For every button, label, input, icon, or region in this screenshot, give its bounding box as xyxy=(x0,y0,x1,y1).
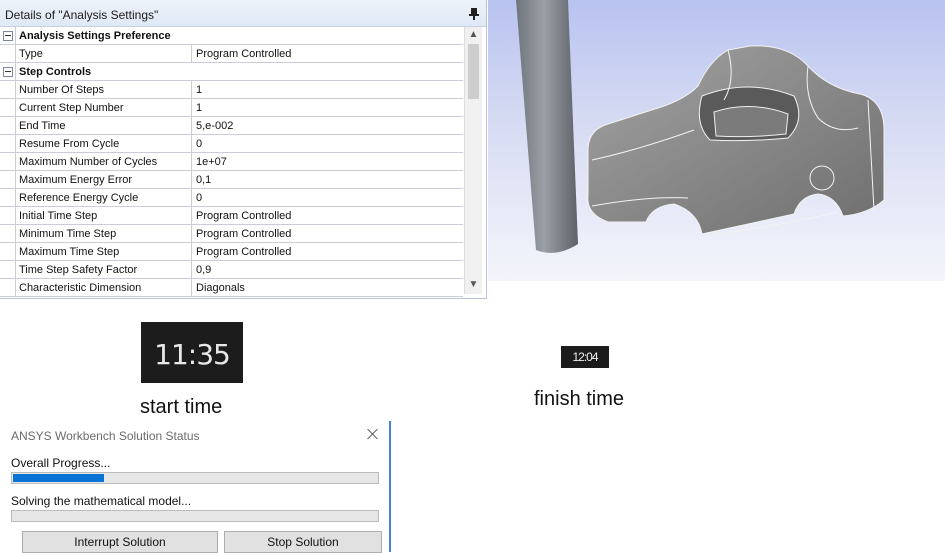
property-name: Current Step Number xyxy=(19,102,124,114)
property-name: Time Step Safety Factor xyxy=(19,264,138,276)
stop-solution-button[interactable]: Stop Solution xyxy=(224,531,382,553)
graphics-viewport[interactable] xyxy=(488,0,945,281)
solve-progress-label: Solving the mathematical model... xyxy=(11,494,192,508)
property-value: 0 xyxy=(196,192,203,204)
property-row-type[interactable]: Type Program Controlled xyxy=(0,45,463,63)
property-value-cell[interactable]: 1e+07 xyxy=(191,153,463,170)
start-time-value: 11:35 xyxy=(154,338,231,371)
finish-time-caption: finish time xyxy=(534,388,625,410)
property-value: Program Controlled xyxy=(196,228,292,240)
property-row-time-step-safety-factor[interactable]: Time Step Safety Factor 0,9 xyxy=(0,261,463,279)
dialog-title: ANSYS Workbench Solution Status xyxy=(11,429,200,443)
property-value: Diagonals xyxy=(196,282,245,294)
property-name: Maximum Number of Cycles xyxy=(19,156,158,168)
property-value: 1e+07 xyxy=(196,156,227,168)
overall-progress-bar xyxy=(11,472,379,484)
property-name: Type xyxy=(19,48,43,60)
property-row-maximum-time-step[interactable]: Maximum Time Step Program Controlled xyxy=(0,243,463,261)
scrollbar-thumb[interactable] xyxy=(468,44,479,99)
details-panel: Details of "Analysis Settings" Analysis … xyxy=(0,0,487,299)
group-analysis-settings-preference[interactable]: Analysis Settings Preference xyxy=(0,27,463,45)
details-panel-title: Details of "Analysis Settings" xyxy=(5,8,159,22)
property-row-reference-energy-cycle[interactable]: Reference Energy Cycle 0 xyxy=(0,189,463,207)
start-time-caption: start time xyxy=(140,396,223,418)
chevron-up-icon[interactable]: ▲ xyxy=(465,27,482,43)
collapse-toggle-icon[interactable] xyxy=(3,67,13,77)
property-row-maximum-energy-error[interactable]: Maximum Energy Error 0,1 xyxy=(0,171,463,189)
overall-progress-label: Overall Progress... xyxy=(11,456,111,470)
property-value-cell[interactable]: Program Controlled xyxy=(191,207,463,224)
collapse-toggle-icon[interactable] xyxy=(3,31,13,41)
property-name: Resume From Cycle xyxy=(19,138,120,150)
pin-icon[interactable] xyxy=(469,8,479,20)
solve-progress-bar xyxy=(11,510,379,522)
property-name: Maximum Energy Error xyxy=(19,174,133,186)
property-name: Reference Energy Cycle xyxy=(19,192,139,204)
group-label: Analysis Settings Preference xyxy=(19,30,171,42)
property-value: 0,9 xyxy=(196,264,212,276)
property-value-cell[interactable]: 0,1 xyxy=(191,171,463,188)
solution-status-dialog: ANSYS Workbench Solution Status Overall … xyxy=(0,421,391,553)
property-value-cell[interactable]: 1 xyxy=(191,81,463,98)
property-value: Program Controlled xyxy=(196,246,292,258)
property-value: 1 xyxy=(196,102,203,114)
property-name: Minimum Time Step xyxy=(19,228,117,240)
model-render xyxy=(516,0,885,253)
property-row-end-time[interactable]: End Time 5,e-002 xyxy=(0,117,463,135)
start-clock: 11:35 xyxy=(141,322,243,383)
property-value-cell[interactable]: 0,9 xyxy=(191,261,463,278)
finish-time-value: 12:04 xyxy=(572,350,598,364)
property-value-cell[interactable]: Program Controlled xyxy=(191,45,463,62)
property-value: 5,e-002 xyxy=(196,120,234,132)
impactor-cylinder xyxy=(516,0,578,253)
property-value-cell[interactable]: 0 xyxy=(191,189,463,206)
property-value-cell[interactable]: Program Controlled xyxy=(191,243,463,260)
details-scrollbar[interactable]: ▲ ▼ xyxy=(464,27,482,294)
car-part xyxy=(587,45,885,235)
property-value: Program Controlled xyxy=(196,210,292,222)
property-value-cell[interactable]: 5,e-002 xyxy=(191,117,463,134)
property-name: Initial Time Step xyxy=(19,210,98,222)
property-value: Program Controlled xyxy=(196,48,292,60)
interrupt-solution-button[interactable]: Interrupt Solution xyxy=(22,531,218,553)
property-name: Maximum Time Step xyxy=(19,246,120,258)
chevron-down-icon[interactable]: ▼ xyxy=(465,277,482,293)
property-value-cell[interactable]: Diagonals xyxy=(191,279,463,296)
property-row-number-of-steps[interactable]: Number Of Steps 1 xyxy=(0,81,463,99)
finish-clock: 12:04 xyxy=(561,346,609,368)
property-value: 0 xyxy=(196,138,203,150)
property-row-minimum-time-step[interactable]: Minimum Time Step Program Controlled xyxy=(0,225,463,243)
property-row-maximum-number-of-cycles[interactable]: Maximum Number of Cycles 1e+07 xyxy=(0,153,463,171)
property-name: Number Of Steps xyxy=(19,84,104,96)
property-value-cell[interactable]: Program Controlled xyxy=(191,225,463,242)
group-step-controls[interactable]: Step Controls xyxy=(0,63,463,81)
property-value: 0,1 xyxy=(196,174,212,186)
property-row-resume-from-cycle[interactable]: Resume From Cycle 0 xyxy=(0,135,463,153)
group-label: Step Controls xyxy=(19,66,92,78)
details-panel-header: Details of "Analysis Settings" xyxy=(0,0,486,27)
property-name: Characteristic Dimension xyxy=(19,282,142,294)
property-row-initial-time-step[interactable]: Initial Time Step Program Controlled xyxy=(0,207,463,225)
property-value-cell[interactable]: 0 xyxy=(191,135,463,152)
property-row-characteristic-dimension[interactable]: Characteristic Dimension Diagonals xyxy=(0,279,463,297)
property-name: End Time xyxy=(19,120,66,132)
property-row-current-step-number[interactable]: Current Step Number 1 xyxy=(0,99,463,117)
overall-progress-fill xyxy=(13,474,104,482)
properties-grid: Analysis Settings Preference Type Progra… xyxy=(0,27,463,297)
property-value-cell[interactable]: 1 xyxy=(191,99,463,116)
property-value: 1 xyxy=(196,84,203,96)
close-icon[interactable] xyxy=(366,427,380,441)
